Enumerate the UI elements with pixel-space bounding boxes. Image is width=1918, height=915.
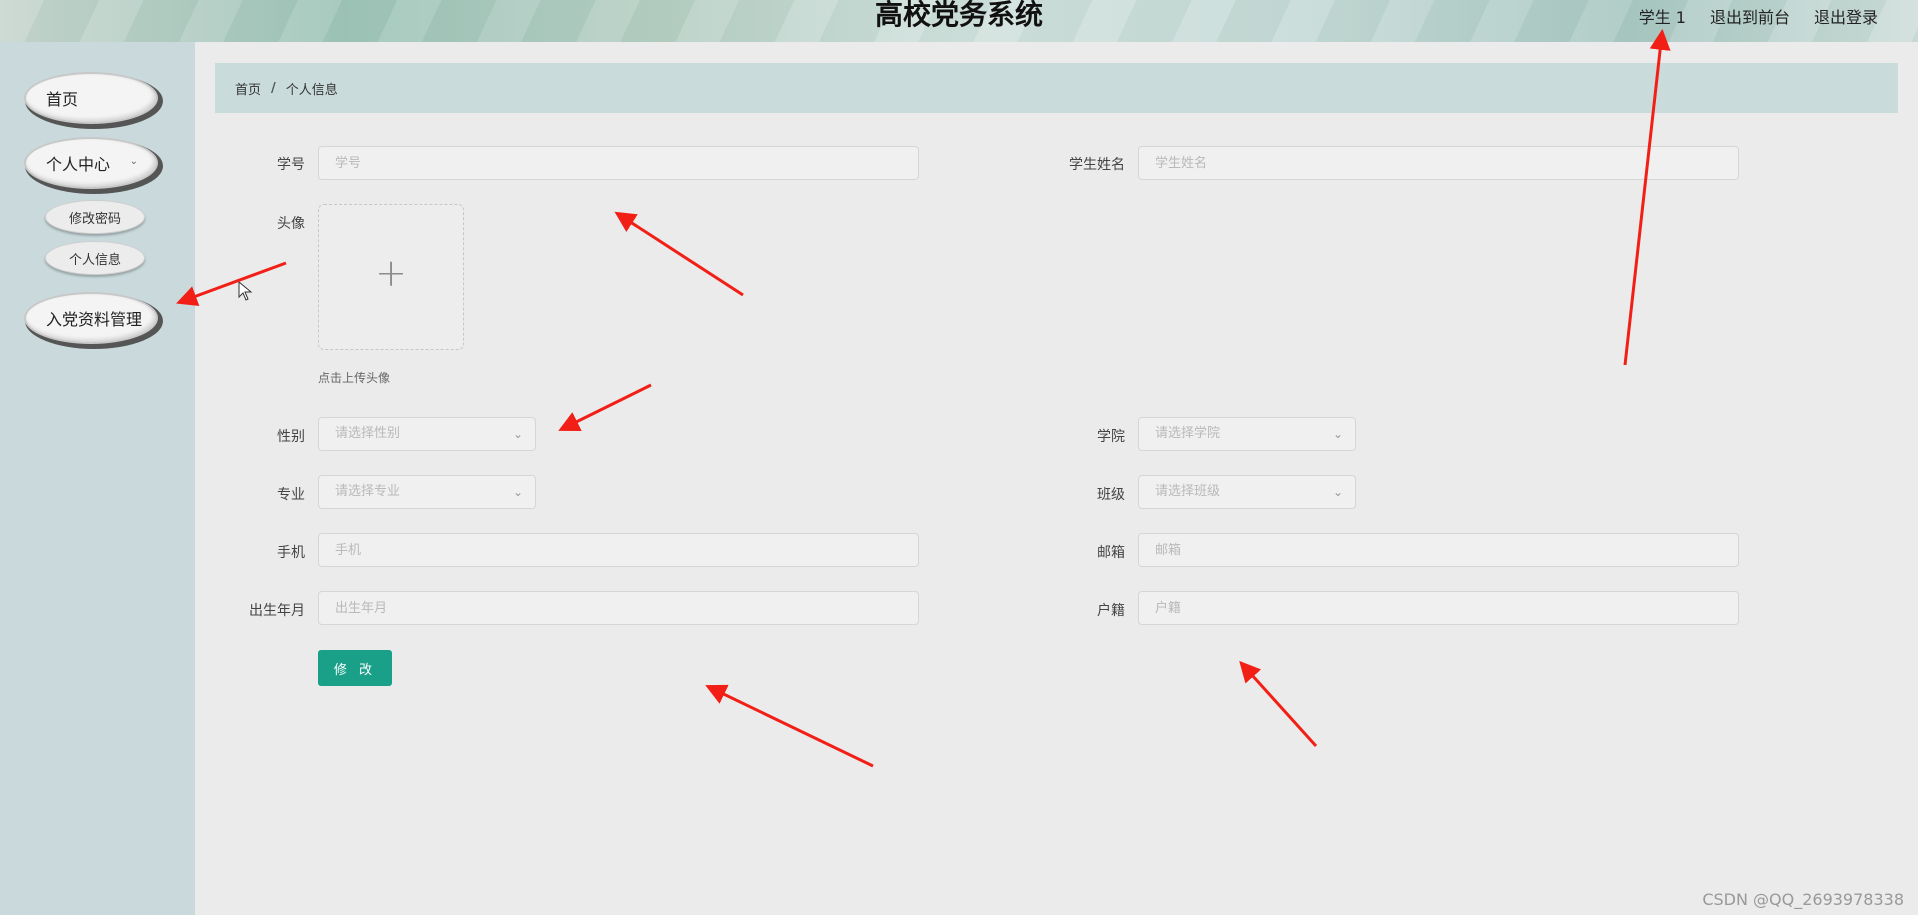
current-user-link[interactable]: 学生 1 <box>1639 4 1686 28</box>
student-name-input[interactable] <box>1138 146 1739 180</box>
exit-to-front-link[interactable]: 退出到前台 <box>1710 4 1790 28</box>
student-name-label: 学生姓名 <box>1069 157 1125 173</box>
red-arrow-icon <box>1239 660 1318 748</box>
major-label: 专业 <box>277 487 305 503</box>
mouse-cursor-icon <box>238 281 253 301</box>
student-no-input[interactable] <box>318 146 919 180</box>
hukou-label: 户籍 <box>1097 603 1125 619</box>
chevron-down-icon: ⌄ <box>512 485 523 499</box>
red-arrow-icon <box>614 211 744 297</box>
annotation-arrows <box>176 28 1671 768</box>
breadcrumb-current: 个人信息 <box>285 82 338 98</box>
hukou-input[interactable] <box>1138 591 1739 625</box>
birth-input[interactable] <box>318 591 919 625</box>
modify-button[interactable]: 修 改 <box>318 650 392 686</box>
avatar-upload-hint: 点击上传头像 <box>318 371 391 385</box>
red-arrow-icon <box>176 261 287 307</box>
class-label: 班级 <box>1097 487 1125 503</box>
sidebar-subitem-change-password[interactable]: 修改密码 <box>45 200 145 234</box>
red-arrow-icon <box>705 684 874 768</box>
student-no-label: 学号 <box>277 157 305 173</box>
email-label: 邮箱 <box>1097 545 1125 561</box>
sidebar-item-label: 入党资料管理 <box>46 310 143 329</box>
breadcrumb-separator: / <box>271 80 276 96</box>
birth-label: 出生年月 <box>249 603 305 619</box>
sidebar-item-label: 个人中心 <box>46 155 111 174</box>
app-title: 高校党务系统 <box>874 0 1043 31</box>
chevron-down-icon: ⌄ <box>512 427 523 441</box>
email-input[interactable] <box>1138 533 1739 567</box>
class-select-placeholder: 请选择班级 <box>1155 484 1221 499</box>
breadcrumb: 首页 / 个人信息 <box>215 63 1898 113</box>
sidebar-subitem-label: 个人信息 <box>68 252 121 268</box>
avatar-uploader[interactable]: + <box>318 204 464 350</box>
college-select-placeholder: 请选择学院 <box>1155 426 1221 441</box>
gender-select[interactable]: 请选择性别 ⌄ <box>318 417 536 451</box>
class-select[interactable]: 请选择班级 ⌄ <box>1138 475 1356 509</box>
breadcrumb-home[interactable]: 首页 <box>235 79 261 98</box>
major-select[interactable]: 请选择专业 ⌄ <box>318 475 536 509</box>
sidebar-subitem-personal-info[interactable]: 个人信息 <box>45 241 145 275</box>
sidebar-item-personal-center[interactable]: 个人中心 ⌄ <box>24 137 158 189</box>
major-select-placeholder: 请选择专业 <box>335 484 401 499</box>
sidebar: 首页 个人中心 ⌄ 修改密码 个人信息 入党资料管理 <box>0 42 195 915</box>
gender-select-placeholder: 请选择性别 <box>335 426 401 441</box>
sidebar-item-party-materials[interactable]: 入党资料管理 <box>24 292 158 344</box>
plus-icon: + <box>375 251 407 295</box>
sidebar-subitem-label: 修改密码 <box>68 211 121 227</box>
avatar-label: 头像 <box>277 216 305 232</box>
header-links: 学生 1 退出到前台 退出登录 <box>1639 4 1878 28</box>
logout-link[interactable]: 退出登录 <box>1814 4 1878 28</box>
chevron-down-icon: ⌄ <box>1332 427 1343 441</box>
gender-label: 性别 <box>277 429 305 445</box>
phone-input[interactable] <box>318 533 919 567</box>
college-label: 学院 <box>1097 429 1125 445</box>
sidebar-item-home[interactable]: 首页 <box>24 72 158 124</box>
chevron-down-icon: ⌄ <box>1332 485 1343 499</box>
red-arrow-icon <box>558 383 652 431</box>
college-select[interactable]: 请选择学院 ⌄ <box>1138 417 1356 451</box>
chevron-down-icon: ⌄ <box>129 156 138 167</box>
sidebar-item-label: 首页 <box>46 90 79 109</box>
phone-label: 手机 <box>277 545 305 561</box>
top-header: 高校党务系统 学生 1 退出到前台 退出登录 <box>0 0 1918 42</box>
watermark: CSDN @QQ_2693978338 <box>1702 890 1904 909</box>
